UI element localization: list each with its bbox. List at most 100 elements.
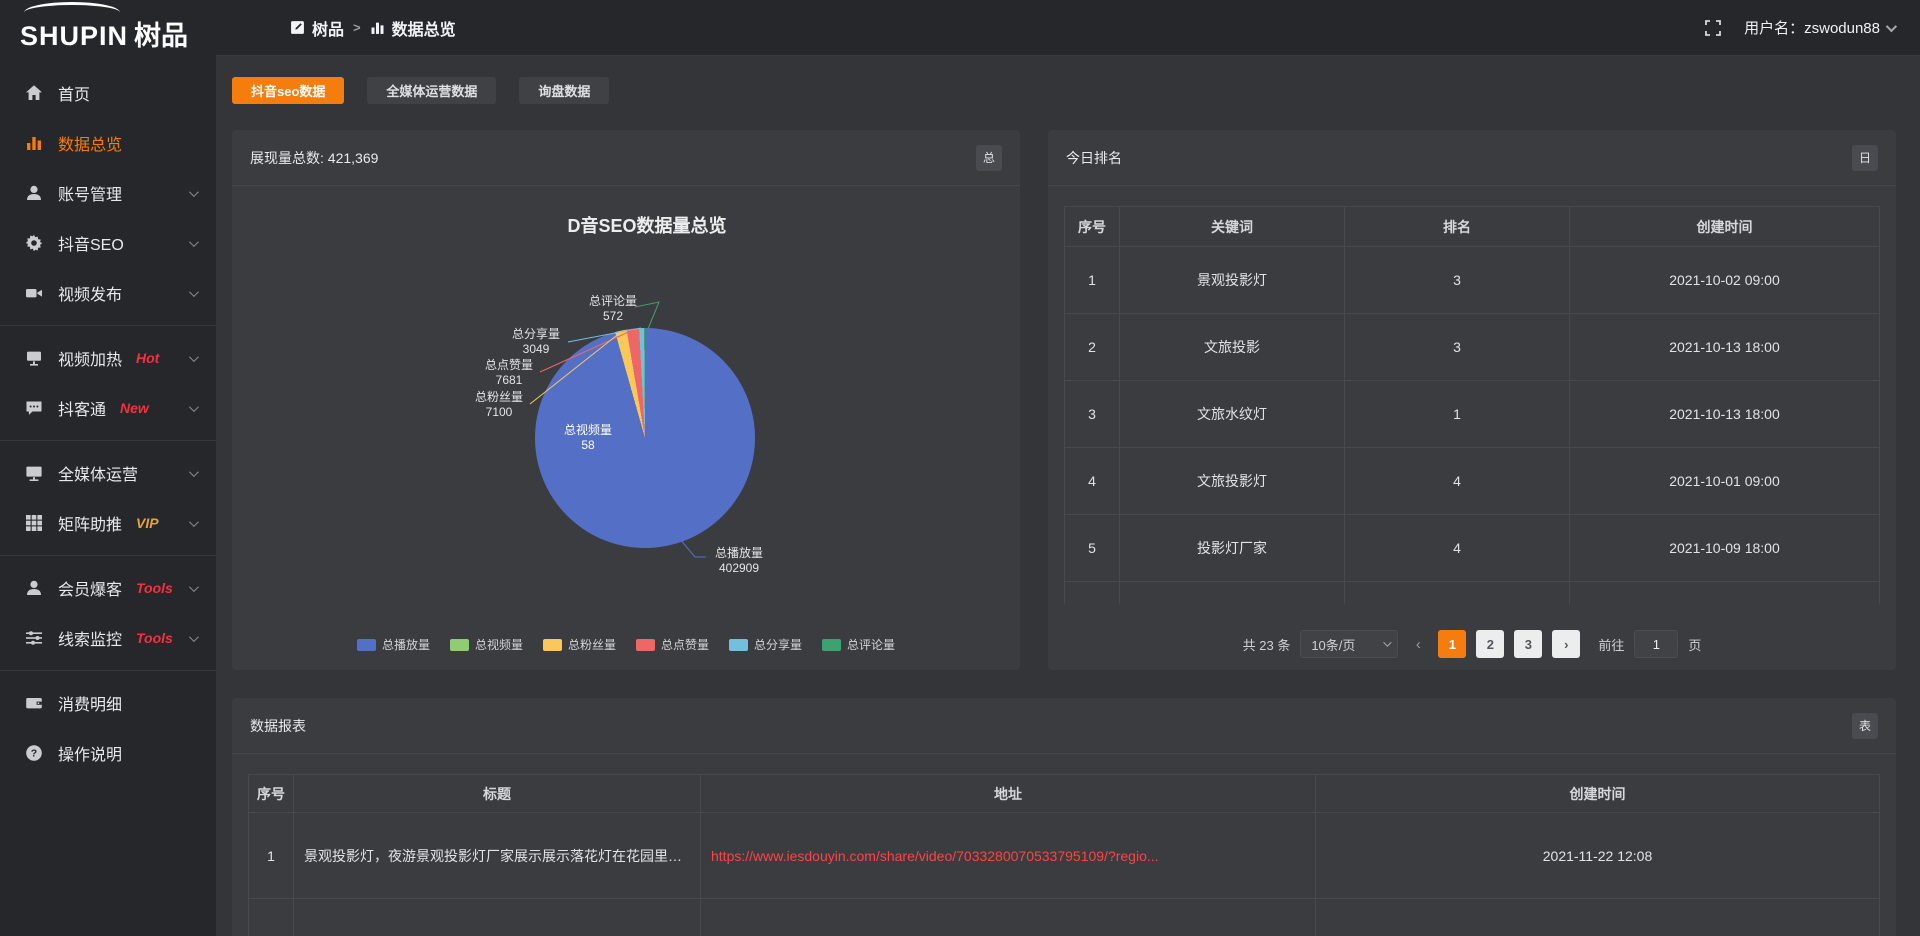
legend-swatch [822, 639, 841, 651]
sidebar-item-douyin-seo[interactable]: 抖音SEO [0, 218, 216, 268]
day-toggle-button[interactable]: 日 [1852, 145, 1878, 171]
table-row[interactable]: 5 投影灯厂家 4 2021-10-09 18:00 [1065, 515, 1880, 582]
legend-swatch [357, 639, 376, 651]
report-table-header: 序号 标题 地址 创建时间 [249, 775, 1880, 813]
pie-label-name: 总评论量 [589, 294, 637, 308]
page-button-3[interactable]: 3 [1514, 630, 1542, 658]
help-icon [25, 744, 43, 762]
sidebar-item-label: 数据总览 [58, 131, 122, 155]
sidebar-item-video-heat[interactable]: 视频加热 Hot [0, 333, 216, 383]
cell-empty [701, 899, 1316, 936]
pie-label-comments: 总评论量 572 [568, 294, 658, 324]
sidebar-item-spending-detail[interactable]: 消费明细 [0, 678, 216, 728]
cell-time: 2021-10-01 09:00 [1570, 448, 1880, 515]
cell-index: 1 [249, 813, 294, 899]
table-row[interactable]: 3 文旅水纹灯 1 2021-10-13 18:00 [1065, 381, 1880, 448]
legend-item-fans[interactable]: 总粉丝量 [543, 636, 616, 653]
sidebar-item-lead-monitor[interactable]: 线索监控 Tools [0, 613, 216, 663]
legend-swatch [450, 639, 469, 651]
page-button-2[interactable]: 2 [1476, 630, 1504, 658]
table-toggle-button[interactable]: 表 [1852, 713, 1878, 739]
cell-empty [1345, 582, 1570, 604]
breadcrumb-label: 数据总览 [392, 16, 456, 40]
cell-rank: 3 [1345, 314, 1570, 381]
table-row[interactable]: 1 景观投影灯 3 2021-10-02 09:00 [1065, 247, 1880, 314]
breadcrumb-separator: > [353, 20, 361, 35]
cell-time: 2021-10-02 09:00 [1570, 247, 1880, 314]
sidebar-item-account[interactable]: 账号管理 [0, 168, 216, 218]
cell-keyword: 景观投影灯 [1120, 247, 1345, 314]
sidebar-item-video-publish[interactable]: 视频发布 [0, 268, 216, 318]
sidebar-item-label: 首页 [58, 81, 90, 105]
table-row[interactable]: 1 景观投影灯，夜游景观投影灯厂家展示展示落花灯在花园里的灯光投影应用效果 #景… [249, 813, 1880, 899]
col-header-rank: 排名 [1345, 207, 1570, 247]
prev-page-button[interactable]: ‹ [1408, 636, 1428, 653]
goto-label: 前往 [1598, 635, 1624, 654]
sidebar-item-label: 账号管理 [58, 181, 122, 205]
cell-keyword: 文旅水纹灯 [1120, 381, 1345, 448]
cell-empty [1570, 582, 1880, 604]
pie-label-value: 7100 [454, 405, 544, 420]
bar-chart-icon [25, 134, 43, 152]
top-bar-main: 树品 > 数据总览 用户名：zswodun88 [216, 0, 1920, 56]
next-page-button[interactable]: › [1552, 630, 1580, 658]
tab-inquiry-data[interactable]: 询盘数据 [519, 77, 609, 104]
cell-keyword: 投影灯厂家 [1120, 515, 1345, 582]
today-rank-panel: 今日排名 日 序号 关键词 排名 创建时间 1 景观投影灯 3 2021-10-… [1048, 130, 1896, 670]
cell-empty [1120, 582, 1345, 604]
logo-text-cn: 树品 [134, 14, 188, 53]
legend-item-videos[interactable]: 总视频量 [450, 636, 523, 653]
total-toggle-button[interactable]: 总 [976, 145, 1002, 171]
cell-time: 2021-10-09 18:00 [1570, 515, 1880, 582]
sidebar-item-member-tools[interactable]: 会员爆客 Tools [0, 563, 216, 613]
pie-label-likes: 总点赞量 7681 [464, 358, 554, 388]
cell-rank: 4 [1345, 448, 1570, 515]
pie-label-value: 3049 [491, 342, 581, 357]
chevron-down-icon [189, 237, 199, 247]
chevron-down-icon [189, 187, 199, 197]
top-bar: SHUPIN 树品 树品 > 数据总览 用户名：zswodun88 [0, 0, 1920, 56]
sidebar-item-data-overview[interactable]: 数据总览 [0, 118, 216, 168]
data-tabs: 抖音seo数据 全媒体运营数据 询盘数据 [232, 77, 1896, 104]
legend-label: 总点赞量 [661, 636, 709, 653]
page-button-1[interactable]: 1 [1438, 630, 1466, 658]
goto-page-input[interactable] [1634, 630, 1678, 658]
chevron-down-icon [189, 632, 199, 642]
col-header-url: 地址 [701, 775, 1316, 813]
pie-label-value: 7681 [464, 373, 554, 388]
today-rank-header: 今日排名 日 [1048, 130, 1896, 186]
legend-item-plays[interactable]: 总播放量 [357, 636, 430, 653]
page-size-select[interactable]: 10条/页 [1300, 630, 1398, 658]
legend-item-shares[interactable]: 总分享量 [729, 636, 802, 653]
cell-index: 2 [1065, 314, 1120, 381]
chevron-down-icon [189, 287, 199, 297]
main-content: 抖音seo数据 全媒体运营数据 询盘数据 展现量总数: 421,369 总 D音… [216, 56, 1920, 936]
legend-item-likes[interactable]: 总点赞量 [636, 636, 709, 653]
chevron-down-icon [189, 352, 199, 362]
legend-item-comments[interactable]: 总评论量 [822, 636, 895, 653]
cell-time: 2021-10-13 18:00 [1570, 314, 1880, 381]
sidebar-item-matrix-boost[interactable]: 矩阵助推 VIP [0, 498, 216, 548]
sidebar-item-media-operation[interactable]: 全媒体运营 [0, 448, 216, 498]
sidebar-divider [0, 670, 216, 671]
tab-media-operation-data[interactable]: 全媒体运营数据 [367, 77, 496, 104]
breadcrumb-item-shupin[interactable]: 树品 [290, 16, 344, 40]
table-row[interactable]: 4 文旅投影灯 4 2021-10-01 09:00 [1065, 448, 1880, 515]
sidebar-item-home[interactable]: 首页 [0, 68, 216, 118]
tab-douyin-seo-data[interactable]: 抖音seo数据 [232, 77, 344, 104]
doc-square-icon [290, 20, 305, 35]
chevron-down-icon [1886, 20, 1897, 31]
app-logo[interactable]: SHUPIN 树品 [20, 4, 188, 53]
col-header-title: 标题 [294, 775, 701, 813]
sidebar-item-label: 全媒体运营 [58, 461, 138, 485]
sliders-icon [25, 629, 43, 647]
fullscreen-icon[interactable] [1704, 19, 1722, 37]
sidebar-item-instructions[interactable]: 操作说明 [0, 728, 216, 778]
table-row[interactable]: 2 文旅投影 3 2021-10-13 18:00 [1065, 314, 1880, 381]
pie-chart: D音SEO数据量总览 总评论量 572 总分享量 3049 [232, 186, 1020, 669]
video-link[interactable]: https://www.iesdouyin.com/share/video/70… [711, 848, 1159, 864]
breadcrumb-item-overview[interactable]: 数据总览 [370, 16, 456, 40]
sidebar-item-douketong[interactable]: 抖客通 New [0, 383, 216, 433]
legend-label: 总视频量 [475, 636, 523, 653]
user-menu[interactable]: 用户名：zswodun88 [1744, 17, 1894, 38]
